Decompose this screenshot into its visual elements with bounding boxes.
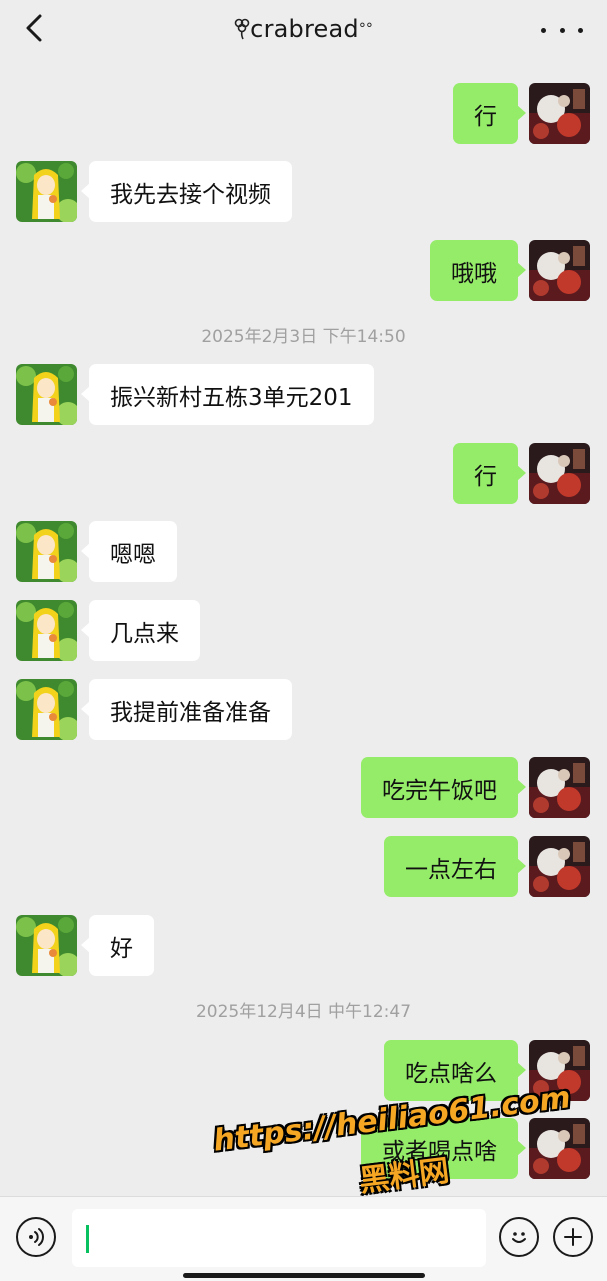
avatar-self-image	[529, 83, 590, 144]
avatar-contact[interactable]	[16, 679, 77, 740]
voice-icon	[29, 1228, 44, 1246]
dot-icon	[559, 27, 565, 33]
avatar-self-image	[529, 757, 590, 818]
timestamp: 2025年12月4日 中午12:47	[195, 1002, 412, 1022]
emoji-button[interactable]	[499, 1217, 539, 1257]
avatar-self-image	[529, 1118, 590, 1179]
chat-title-suffix: °°	[358, 21, 373, 37]
message-bubble-self[interactable]: 或者喝点啥	[361, 1118, 526, 1179]
avatar-self[interactable]	[529, 757, 590, 818]
avatar-self-image	[529, 836, 590, 897]
message-bubble-contact[interactable]: 嗯嗯	[81, 521, 177, 582]
avatar-contact-image	[16, 679, 77, 740]
message-bubble-contact[interactable]: 我先去接个视频	[81, 161, 292, 222]
avatar-contact[interactable]	[16, 161, 77, 222]
avatar-self[interactable]	[529, 443, 590, 504]
chevron-left-icon	[26, 14, 42, 42]
more-options-button[interactable]	[541, 16, 583, 44]
avatar-self-image	[529, 240, 590, 301]
message-bubble-contact[interactable]: 几点来	[81, 600, 200, 661]
avatar-self-image	[529, 443, 590, 504]
message-bubble-self[interactable]: 吃点啥么	[384, 1040, 526, 1101]
smiley-icon	[512, 1232, 526, 1243]
avatar-self[interactable]	[529, 83, 590, 144]
avatar-contact[interactable]	[16, 600, 77, 661]
message-input[interactable]	[72, 1209, 486, 1267]
more-functions-button[interactable]	[553, 1217, 593, 1257]
avatar-contact-image	[16, 364, 77, 425]
message-bubble-contact[interactable]: 我提前准备准备	[81, 679, 292, 740]
chat-title: crabread °°	[150, 12, 457, 46]
timestamp: 2025年2月3日 下午14:50	[201, 327, 406, 347]
flower-icon	[234, 18, 250, 40]
avatar-contact[interactable]	[16, 364, 77, 425]
avatar-contact[interactable]	[16, 915, 77, 976]
message-bubble-self[interactable]: 行	[453, 443, 526, 504]
dot-icon	[578, 27, 583, 33]
avatar-self[interactable]	[529, 1118, 590, 1179]
voice-button[interactable]	[16, 1217, 56, 1257]
avatar-self[interactable]	[529, 1040, 590, 1101]
message-bubble-self[interactable]: 哦哦	[430, 240, 526, 301]
plus-icon	[564, 1228, 582, 1246]
avatar-self[interactable]	[529, 240, 590, 301]
dot-icon	[541, 27, 546, 33]
message-bubble-self[interactable]: 行	[453, 83, 526, 144]
avatar-contact-image	[16, 600, 77, 661]
avatar-contact[interactable]	[16, 521, 77, 582]
home-indicator	[183, 1273, 425, 1278]
text-caret	[86, 1225, 89, 1253]
message-bubble-contact[interactable]: 振兴新村五栋3单元201	[81, 364, 374, 425]
message-bubble-self[interactable]: 一点左右	[384, 836, 526, 897]
back-button[interactable]	[18, 12, 50, 44]
avatar-contact-image	[16, 915, 77, 976]
avatar-contact-image	[16, 521, 77, 582]
message-bubble-contact[interactable]: 好	[81, 915, 154, 976]
avatar-self[interactable]	[529, 836, 590, 897]
chat-title-text: crabread	[250, 15, 359, 43]
chat-header: crabread °°	[0, 0, 607, 58]
avatar-contact-image	[16, 161, 77, 222]
message-bubble-self[interactable]: 吃完午饭吧	[361, 757, 526, 818]
input-bar	[0, 1196, 607, 1281]
avatar-self-image	[529, 1040, 590, 1101]
